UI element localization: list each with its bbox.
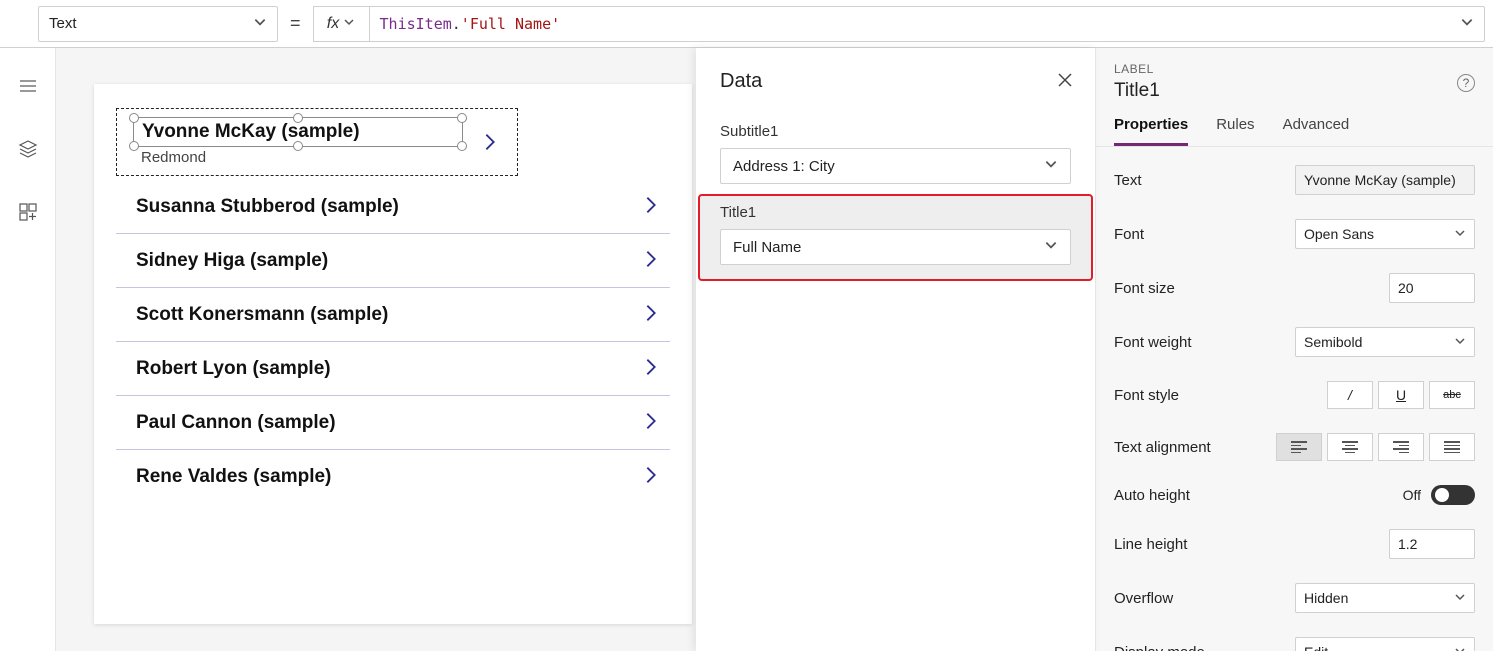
prop-label: Font: [1114, 226, 1144, 243]
title-field-dropdown[interactable]: Full Name: [720, 229, 1071, 265]
property-selector[interactable]: Text: [38, 6, 278, 42]
tab-rules[interactable]: Rules: [1216, 116, 1254, 146]
chevron-down-icon: [1454, 590, 1466, 606]
align-center-button[interactable]: [1327, 433, 1373, 461]
layers-icon[interactable]: [18, 139, 38, 162]
data-pane-title: Data: [720, 70, 1071, 93]
formula-bar: Text = fx ThisItem.'Full Name': [0, 0, 1493, 48]
prop-label: Text alignment: [1114, 439, 1211, 456]
line-height-input[interactable]: 1.2: [1389, 529, 1475, 559]
gallery-item[interactable]: Sidney Higa (sample): [116, 234, 670, 288]
chevron-down-icon: [1454, 226, 1466, 242]
prop-text-value[interactable]: Yvonne McKay (sample): [1295, 165, 1475, 195]
prop-display-mode: Display mode Edit: [1110, 625, 1479, 651]
fx-label: fx: [327, 15, 339, 33]
fx-button[interactable]: fx: [313, 6, 369, 42]
title-field-row-highlighted: Title1 Full Name: [698, 194, 1093, 281]
chevron-right-icon[interactable]: [640, 464, 662, 489]
chevron-down-icon: [343, 16, 355, 31]
align-left-button[interactable]: [1276, 433, 1322, 461]
overflow-dropdown[interactable]: Hidden: [1295, 583, 1475, 613]
chevron-down-icon: [1044, 157, 1058, 175]
gallery-title: Susanna Stubberod (sample): [136, 196, 399, 218]
control-type-label: LABEL: [1114, 62, 1473, 76]
chevron-down-icon: [253, 15, 267, 33]
align-justify-button[interactable]: [1429, 433, 1475, 461]
hamburger-icon[interactable]: [18, 76, 38, 99]
properties-pane: LABEL Title1 ? Properties Rules Advanced…: [1095, 48, 1493, 651]
toggle-state: Off: [1403, 487, 1421, 503]
prop-font-weight: Font weight Semibold: [1110, 315, 1479, 369]
prop-font-style: Font style / U abc: [1110, 369, 1479, 421]
gallery-item-selected[interactable]: Yvonne McKay (sample) Redmond: [116, 108, 518, 176]
prop-label: Line height: [1114, 536, 1187, 553]
gallery-item[interactable]: Robert Lyon (sample): [116, 342, 670, 396]
chevron-down-icon: [1460, 15, 1474, 33]
gallery-item[interactable]: Susanna Stubberod (sample): [116, 180, 670, 234]
left-rail: [0, 48, 56, 651]
chevron-right-icon[interactable]: [640, 302, 662, 327]
prop-text: Text Yvonne McKay (sample): [1110, 153, 1479, 207]
chevron-right-icon[interactable]: [640, 356, 662, 381]
align-right-button[interactable]: [1378, 433, 1424, 461]
formula-token-object: ThisItem: [380, 15, 452, 33]
prop-label: Font weight: [1114, 334, 1192, 351]
auto-height-toggle[interactable]: [1431, 485, 1475, 505]
gallery-title: Rene Valdes (sample): [136, 466, 331, 488]
insert-icon[interactable]: [18, 202, 38, 225]
gallery-title: Sidney Higa (sample): [136, 250, 328, 272]
underline-button[interactable]: U: [1378, 381, 1424, 409]
prop-label: Overflow: [1114, 590, 1173, 607]
gallery-item[interactable]: Rene Valdes (sample): [116, 450, 670, 503]
chevron-right-icon[interactable]: [640, 194, 662, 219]
italic-button[interactable]: /: [1327, 381, 1373, 409]
display-mode-dropdown[interactable]: Edit: [1295, 637, 1475, 651]
gallery-title: Yvonne McKay (sample): [142, 121, 360, 143]
prop-overflow: Overflow Hidden: [1110, 571, 1479, 625]
equals-sign: =: [290, 13, 301, 34]
prop-label: Display mode: [1114, 644, 1205, 651]
formula-token-field: 'Full Name': [461, 15, 560, 33]
help-icon[interactable]: ?: [1457, 74, 1475, 92]
subtitle-field-dropdown[interactable]: Address 1: City: [720, 148, 1071, 184]
gallery-title: Robert Lyon (sample): [136, 358, 331, 380]
props-tabs: Properties Rules Advanced: [1096, 102, 1493, 147]
data-pane: Data Subtitle1 Address 1: City Title1 Fu…: [696, 48, 1096, 651]
prop-label: Font style: [1114, 387, 1179, 404]
prop-line-height: Line height 1.2: [1110, 517, 1479, 571]
strikethrough-button[interactable]: abc: [1429, 381, 1475, 409]
chevron-down-icon: [1454, 644, 1466, 651]
font-weight-dropdown[interactable]: Semibold: [1295, 327, 1475, 357]
prop-label: Text: [1114, 172, 1142, 189]
title-field-label: Title1: [720, 204, 1071, 221]
gallery-subtitle: Redmond: [141, 149, 511, 166]
chevron-down-icon: [1044, 238, 1058, 256]
gallery-item[interactable]: Paul Cannon (sample): [116, 396, 670, 450]
title-label-selected[interactable]: Yvonne McKay (sample): [133, 117, 463, 147]
control-name: Title1: [1114, 80, 1473, 102]
font-size-input[interactable]: 20: [1389, 273, 1475, 303]
gallery-title: Scott Konersmann (sample): [136, 304, 388, 326]
formula-input[interactable]: ThisItem.'Full Name': [369, 6, 1485, 42]
prop-text-align: Text alignment: [1110, 421, 1479, 473]
prop-font: Font Open Sans: [1110, 207, 1479, 261]
font-dropdown[interactable]: Open Sans: [1295, 219, 1475, 249]
property-selector-value: Text: [49, 15, 77, 32]
chevron-right-icon[interactable]: [640, 410, 662, 435]
tab-properties[interactable]: Properties: [1114, 116, 1188, 146]
close-icon[interactable]: [1057, 72, 1073, 91]
prop-font-size: Font size 20: [1110, 261, 1479, 315]
prop-label: Font size: [1114, 280, 1175, 297]
chevron-right-icon[interactable]: [640, 248, 662, 273]
gallery-item[interactable]: Scott Konersmann (sample): [116, 288, 670, 342]
chevron-down-icon: [1454, 334, 1466, 350]
gallery-title: Paul Cannon (sample): [136, 412, 336, 434]
chevron-right-icon[interactable]: [479, 131, 501, 156]
tab-advanced[interactable]: Advanced: [1283, 116, 1350, 146]
formula-token-dot: .: [452, 15, 461, 33]
prop-label: Auto height: [1114, 487, 1190, 504]
prop-auto-height: Auto height Off: [1110, 473, 1479, 517]
screen-preview: Yvonne McKay (sample) Redmond Susanna St…: [94, 84, 692, 624]
subtitle-field-label: Subtitle1: [720, 123, 1071, 140]
